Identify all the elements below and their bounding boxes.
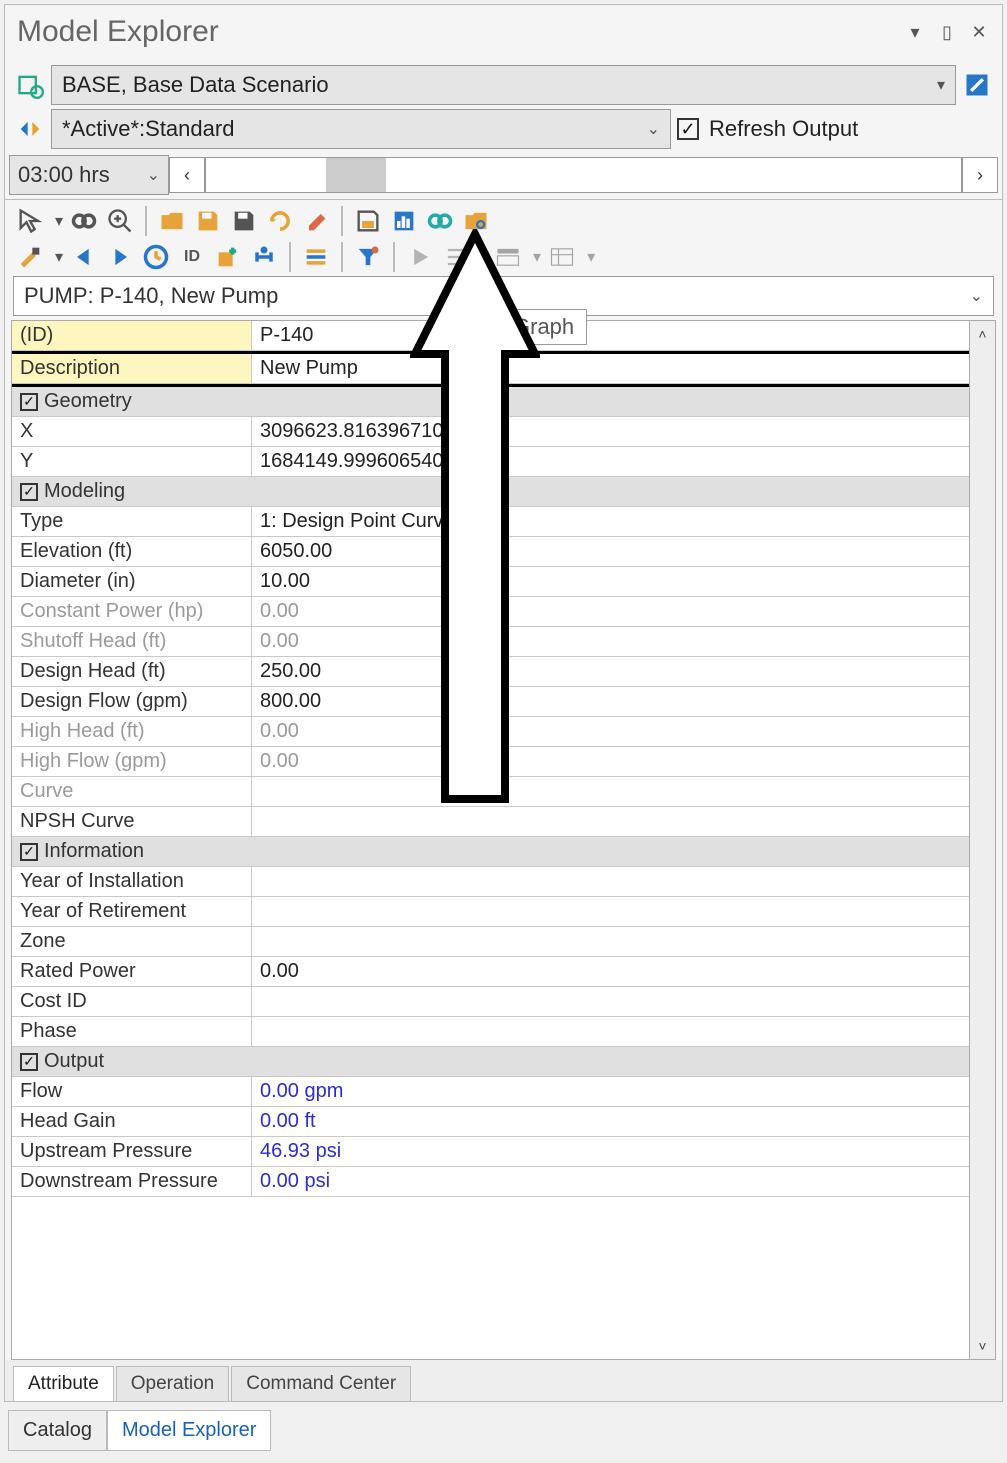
scrollbar[interactable]: ˄ ˅ (970, 320, 996, 1360)
undo-save-icon[interactable] (265, 206, 295, 236)
save-dark-icon[interactable] (229, 206, 259, 236)
refresh-output-checkbox[interactable] (677, 118, 699, 140)
select-tool-dropdown[interactable]: ▾ (55, 211, 63, 231)
prop-row-x[interactable]: X3096623.816396710 (12, 417, 969, 447)
property-grid: (ID) P-140 Description New Pump Geometry… (11, 320, 970, 1360)
section-output[interactable]: Output (12, 1047, 969, 1077)
active-icon[interactable] (15, 114, 45, 144)
align-icon[interactable] (441, 242, 471, 272)
scroll-down-icon[interactable]: ˅ (970, 1333, 995, 1359)
section-information[interactable]: Information (12, 837, 969, 867)
section-geometry[interactable]: Geometry (12, 387, 969, 417)
prop-row-upstream-pressure[interactable]: Upstream Pressure46.93 psi (12, 1137, 969, 1167)
prop-row-head-gain[interactable]: Head Gain0.00 ft (12, 1107, 969, 1137)
prop-row-id[interactable]: (ID) P-140 (12, 321, 969, 351)
time-select[interactable]: 03:00 hrs ⌄ (9, 155, 169, 195)
prop-row-zone[interactable]: Zone (12, 927, 969, 957)
window-menu-icon[interactable]: ▾ (904, 21, 926, 43)
tab-command-center[interactable]: Command Center (231, 1366, 411, 1401)
selection-text: PUMP: P-140, New Pump (24, 283, 278, 309)
table-dropdown[interactable]: ▾ (533, 247, 541, 267)
history-icon[interactable] (141, 242, 171, 272)
prop-row-npsh-curve[interactable]: NPSH Curve (12, 807, 969, 837)
grid-dropdown[interactable]: ▾ (587, 247, 595, 267)
hammer-icon[interactable] (15, 242, 45, 272)
close-icon[interactable]: ✕ (968, 21, 990, 43)
prop-row-elevation[interactable]: Elevation (ft)6050.00 (12, 537, 969, 567)
browse-icon[interactable] (461, 206, 491, 236)
graph-button[interactable] (389, 206, 419, 236)
prop-row-year-retire[interactable]: Year of Retirement (12, 897, 969, 927)
tab-attribute[interactable]: Attribute (13, 1366, 114, 1401)
prop-row-high-head[interactable]: High Head (ft)0.00 (12, 717, 969, 747)
prop-row-constant-power[interactable]: Constant Power (hp)0.00 (12, 597, 969, 627)
prop-row-cost-id[interactable]: Cost ID (12, 987, 969, 1017)
time-value: 03:00 hrs (18, 162, 110, 188)
tab-catalog[interactable]: Catalog (8, 1410, 107, 1451)
prop-row-flow[interactable]: Flow0.00 gpm (12, 1077, 969, 1107)
valve-icon[interactable] (249, 242, 279, 272)
prop-row-y[interactable]: Y1684149.999606540 (12, 447, 969, 477)
prop-row-design-head[interactable]: Design Head (ft)250.00 (12, 657, 969, 687)
zoom-icon[interactable] (105, 206, 135, 236)
scenario-select[interactable]: BASE, Base Data Scenario ▾ (51, 65, 956, 105)
filter-icon[interactable] (353, 242, 383, 272)
play-icon[interactable] (405, 242, 435, 272)
outer-tabs: Catalog Model Explorer (4, 1406, 1003, 1451)
table-icon[interactable] (493, 242, 523, 272)
prop-row-phase[interactable]: Phase (12, 1017, 969, 1047)
scenario-edit-icon[interactable] (962, 70, 992, 100)
refresh-output-label: Refresh Output (709, 116, 858, 142)
prop-row-type[interactable]: Type1: Design Point Curve (12, 507, 969, 537)
tab-operation[interactable]: Operation (116, 1366, 229, 1401)
forward-icon[interactable] (105, 242, 135, 272)
active-value: *Active*:Standard (62, 116, 234, 142)
select-tool-icon[interactable] (15, 206, 45, 236)
time-slider-knob[interactable] (326, 158, 386, 192)
open-folder-icon[interactable] (157, 206, 187, 236)
prop-row-shutoff-head[interactable]: Shutoff Head (ft)0.00 (12, 627, 969, 657)
back-icon[interactable] (69, 242, 99, 272)
scroll-up-icon[interactable]: ˄ (970, 321, 995, 347)
time-slider[interactable] (205, 157, 962, 193)
hammer-dropdown[interactable]: ▾ (55, 247, 63, 267)
prop-row-diameter[interactable]: Diameter (in)10.00 (12, 567, 969, 597)
inner-tabs: Attribute Operation Command Center (5, 1360, 1002, 1401)
link-icon[interactable] (69, 206, 99, 236)
tab-model-explorer[interactable]: Model Explorer (107, 1410, 272, 1451)
active-select[interactable]: *Active*:Standard ⌄ (51, 109, 671, 149)
time-next-button[interactable]: › (962, 157, 998, 193)
section-modeling[interactable]: Modeling (12, 477, 969, 507)
erase-icon[interactable] (301, 206, 331, 236)
prop-row-description[interactable]: Description New Pump (12, 354, 969, 384)
prop-row-downstream-pressure[interactable]: Downstream Pressure0.00 psi (12, 1167, 969, 1197)
prop-row-year-install[interactable]: Year of Installation (12, 867, 969, 897)
scenario-icon[interactable] (15, 70, 45, 100)
save-icon[interactable] (193, 206, 223, 236)
pin-icon[interactable]: ▯ (936, 21, 958, 43)
panel-title: Model Explorer (17, 15, 219, 49)
tooltip-graph: Graph (500, 309, 587, 345)
id-label-icon[interactable]: ID (177, 242, 207, 272)
save-db-icon[interactable] (353, 206, 383, 236)
prop-row-rated-power[interactable]: Rated Power0.00 (12, 957, 969, 987)
time-prev-button[interactable]: ‹ (169, 157, 205, 193)
scenario-value: BASE, Base Data Scenario (62, 72, 329, 98)
sliders-icon[interactable] (301, 242, 331, 272)
grid-icon[interactable] (547, 242, 577, 272)
add-node-icon[interactable] (213, 242, 243, 272)
prop-row-curve[interactable]: Curve (12, 777, 969, 807)
prop-row-high-flow[interactable]: High Flow (gpm)0.00 (12, 747, 969, 777)
chain-icon[interactable] (425, 206, 455, 236)
prop-row-design-flow[interactable]: Design Flow (gpm)800.00 (12, 687, 969, 717)
